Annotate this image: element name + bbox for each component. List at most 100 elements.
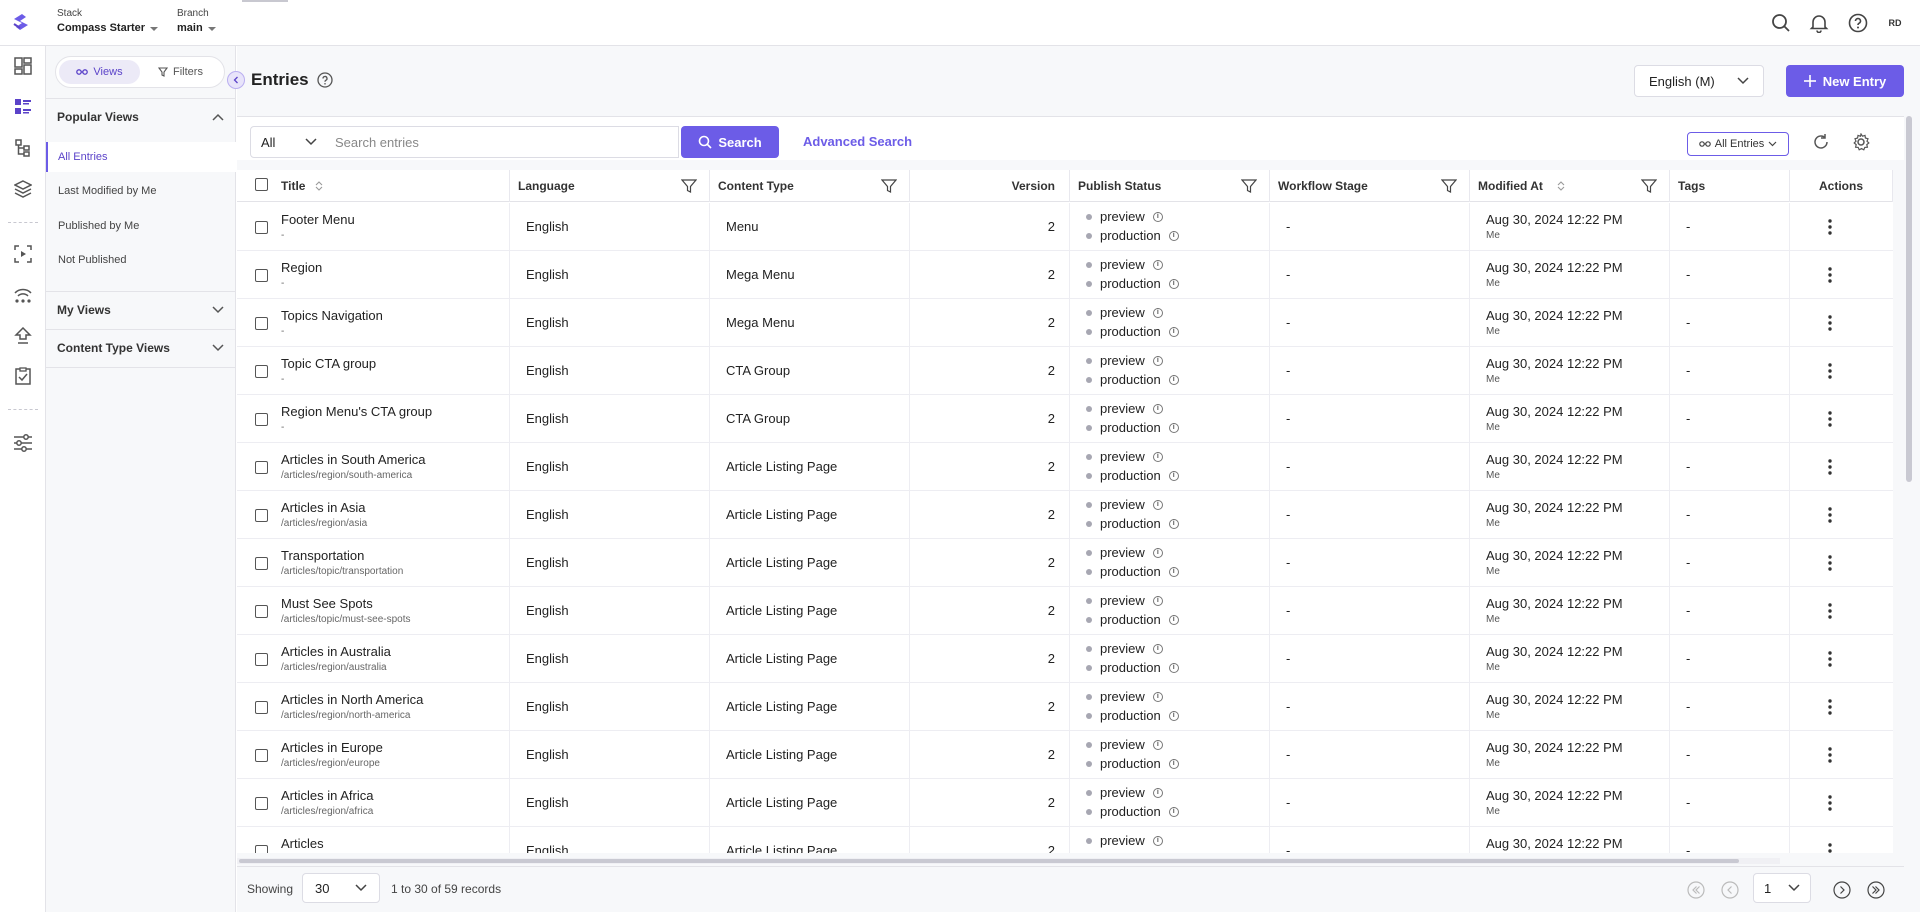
entry-title[interactable]: Articles in Africa (281, 788, 373, 803)
column-publish-status[interactable]: Publish Status (1070, 170, 1270, 202)
kebab-icon[interactable] (1828, 555, 1832, 571)
table-row[interactable]: Articles in South America/articles/regio… (237, 443, 1893, 491)
row-checkbox[interactable] (255, 845, 268, 853)
avatar[interactable]: RD (1882, 10, 1908, 36)
publish-env-row[interactable]: preview i (1086, 209, 1163, 224)
select-all-checkbox[interactable] (255, 178, 268, 191)
publish-env-row[interactable]: preview i (1086, 257, 1163, 272)
table-row[interactable]: Articles in Europe/articles/region/europ… (237, 731, 1893, 779)
kebab-icon[interactable] (1828, 219, 1832, 235)
info-icon[interactable]: i (1168, 614, 1179, 625)
info-icon[interactable]: i (1152, 499, 1163, 510)
info-icon[interactable]: i (1168, 662, 1179, 673)
content-models-icon[interactable] (11, 136, 35, 160)
next-page-icon[interactable] (1833, 881, 1851, 899)
language-select[interactable]: English (M) (1634, 65, 1764, 97)
vertical-scrollbar[interactable] (1904, 116, 1914, 896)
deploy-icon[interactable] (11, 324, 35, 348)
advanced-search-link[interactable]: Advanced Search (803, 134, 912, 149)
table-row[interactable]: Footer Menu - English Menu 2 preview i producti… (237, 203, 1893, 251)
row-checkbox[interactable] (255, 269, 268, 282)
refresh-icon[interactable] (1812, 133, 1830, 151)
sort-icon[interactable] (315, 181, 323, 191)
info-icon[interactable]: i (1152, 835, 1163, 846)
entries-icon[interactable] (11, 95, 35, 119)
settings-icon[interactable] (11, 431, 35, 455)
kebab-icon[interactable] (1828, 267, 1832, 283)
info-icon[interactable]: i (1168, 374, 1179, 385)
new-entry-button[interactable]: New Entry (1786, 65, 1904, 97)
kebab-icon[interactable] (1828, 507, 1832, 523)
info-icon[interactable]: i (1152, 739, 1163, 750)
gear-icon[interactable] (1852, 133, 1870, 151)
title-cell[interactable]: Articles in Europe/articles/region/europ… (273, 731, 510, 779)
publish-env-row[interactable]: preview i (1086, 545, 1163, 560)
help-icon[interactable] (1845, 10, 1871, 36)
entry-title[interactable]: Region Menu's CTA group (281, 404, 432, 419)
table-row[interactable]: Topics Navigation - English Mega Menu 2 previ… (237, 299, 1893, 347)
search-scope-select[interactable]: All (250, 126, 328, 158)
kebab-icon[interactable] (1828, 315, 1832, 331)
publish-env-row[interactable]: preview i (1086, 593, 1163, 608)
info-icon[interactable]: i (1168, 758, 1179, 769)
view-not-published[interactable]: Not Published (46, 245, 236, 275)
title-cell[interactable]: Transportation/articles/topic/transporta… (273, 539, 510, 587)
sort-icon[interactable] (1557, 181, 1565, 191)
row-checkbox[interactable] (255, 653, 268, 666)
kebab-icon[interactable] (1828, 747, 1832, 763)
my-views-header[interactable]: My Views (46, 291, 236, 329)
publish-env-row[interactable]: preview i (1086, 449, 1163, 464)
table-row[interactable]: Region - English Mega Menu 2 preview i producti… (237, 251, 1893, 299)
entry-title[interactable]: Articles in Australia (281, 644, 391, 659)
info-icon[interactable]: i (1168, 278, 1179, 289)
publish-env-row[interactable]: production i (1086, 276, 1179, 291)
entry-title[interactable]: Articles in Asia (281, 500, 366, 515)
publish-env-row[interactable]: preview i (1086, 641, 1163, 656)
title-cell[interactable]: Must See Spots/articles/topic/must-see-s… (273, 587, 510, 635)
bell-icon[interactable] (1806, 10, 1832, 36)
publish-env-row[interactable]: preview i (1086, 401, 1163, 416)
publish-env-row[interactable]: production i (1086, 564, 1179, 579)
kebab-icon[interactable] (1828, 459, 1832, 475)
row-checkbox[interactable] (255, 797, 268, 810)
search-input[interactable] (327, 126, 679, 158)
column-workflow-stage[interactable]: Workflow Stage (1270, 170, 1470, 202)
view-select[interactable]: All Entries (1687, 132, 1789, 156)
column-language[interactable]: Language (510, 170, 710, 202)
info-icon[interactable]: i (1168, 326, 1179, 337)
help-icon[interactable] (317, 72, 333, 88)
info-icon[interactable]: i (1168, 806, 1179, 817)
column-modified-at[interactable]: Modified At (1470, 170, 1670, 202)
search-button[interactable]: Search (681, 126, 779, 158)
title-cell[interactable]: Articles (273, 827, 510, 853)
publish-env-row[interactable]: preview i (1086, 785, 1163, 800)
table-row[interactable]: Transportation/articles/topic/transporta… (237, 539, 1893, 587)
first-page-icon[interactable] (1687, 881, 1705, 899)
info-icon[interactable]: i (1152, 403, 1163, 414)
entry-title[interactable]: Transportation (281, 548, 364, 563)
info-icon[interactable]: i (1152, 643, 1163, 654)
tasks-icon[interactable] (11, 364, 35, 388)
publish-env-row[interactable]: preview i (1086, 497, 1163, 512)
vertical-scroll-thumb[interactable] (1906, 116, 1912, 482)
publish-env-row[interactable]: preview i (1086, 689, 1163, 704)
row-checkbox[interactable] (255, 509, 268, 522)
info-icon[interactable]: i (1152, 691, 1163, 702)
assets-icon[interactable] (11, 177, 35, 201)
publish-env-row[interactable]: production i (1086, 756, 1179, 771)
table-row[interactable]: Articles in Asia/articles/region/asia Eng… (237, 491, 1893, 539)
publish-env-row[interactable]: production i (1086, 324, 1179, 339)
logo-icon[interactable] (10, 12, 34, 34)
row-checkbox[interactable] (255, 365, 268, 378)
kebab-icon[interactable] (1828, 651, 1832, 667)
info-icon[interactable]: i (1152, 451, 1163, 462)
kebab-icon[interactable] (1828, 795, 1832, 811)
popular-views-header[interactable]: Popular Views (46, 98, 236, 136)
view-all-entries[interactable]: All Entries (46, 142, 236, 172)
entry-title[interactable]: Articles in Europe (281, 740, 383, 755)
branch-switcher[interactable]: Branch main (177, 8, 216, 36)
filter-icon[interactable] (1241, 178, 1257, 194)
column-content-type[interactable]: Content Type (710, 170, 910, 202)
info-icon[interactable]: i (1168, 470, 1179, 481)
column-version[interactable]: Version (910, 170, 1070, 202)
